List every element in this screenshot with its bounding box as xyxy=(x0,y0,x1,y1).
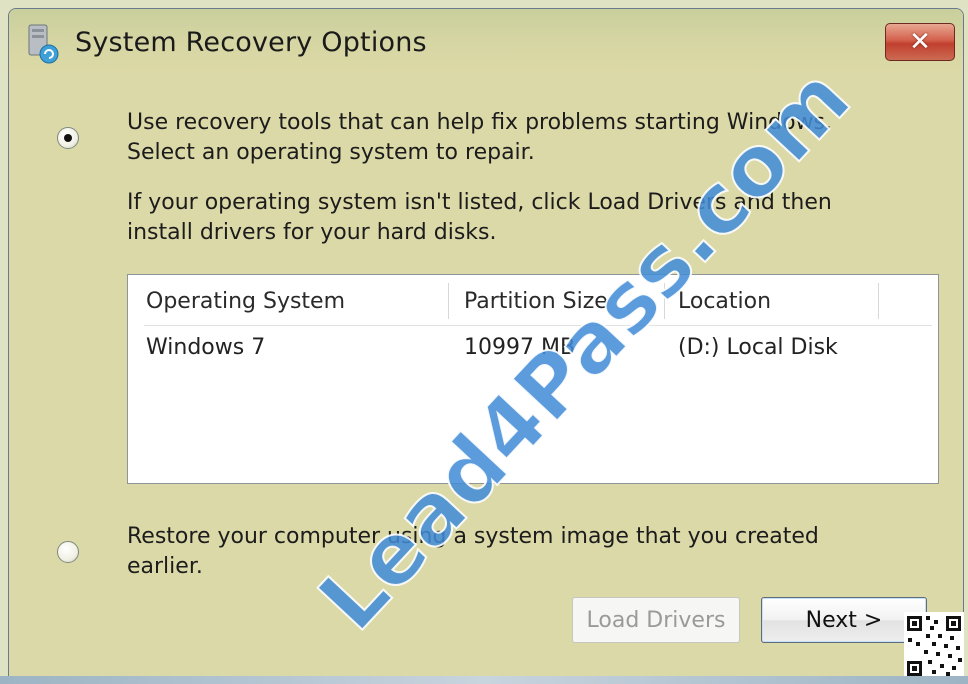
restore-option-line-1: Restore your computer using a system ima… xyxy=(127,524,819,549)
location-cell: (D:) Local Disk xyxy=(678,335,838,360)
restore-system-image-radio[interactable] xyxy=(57,541,79,563)
recovery-tools-option-line-1: Use recovery tools that can help fix pro… xyxy=(127,110,833,135)
column-header-partition-size[interactable]: Partition Size xyxy=(464,289,608,314)
system-recovery-icon xyxy=(28,24,59,64)
use-recovery-tools-radio[interactable] xyxy=(57,127,79,149)
next-button[interactable]: Next > xyxy=(761,597,927,643)
load-drivers-button[interactable]: Load Drivers xyxy=(572,597,740,643)
partition-size-cell: 10997 MB xyxy=(464,335,576,360)
column-divider[interactable] xyxy=(448,283,449,319)
restore-option-line-2: earlier. xyxy=(127,554,203,579)
window-title: System Recovery Options xyxy=(75,27,427,58)
header-separator xyxy=(144,325,932,326)
system-recovery-options-window: System Recovery Options ✕ Use recovery t… xyxy=(8,8,964,680)
column-divider[interactable] xyxy=(878,283,879,319)
close-icon: ✕ xyxy=(909,27,931,57)
qr-code-image xyxy=(904,612,964,680)
load-drivers-hint-line-2: install drivers for your hard disks. xyxy=(127,220,497,245)
title-bar[interactable]: System Recovery Options ✕ xyxy=(9,9,963,73)
taskbar-strip xyxy=(0,676,968,684)
load-drivers-hint-line-1: If your operating system isn't listed, c… xyxy=(127,190,832,215)
column-header-location[interactable]: Location xyxy=(678,289,771,314)
recovery-tools-option-line-2: Select an operating system to repair. xyxy=(127,140,535,165)
column-divider[interactable] xyxy=(664,283,665,319)
dialog-content: Use recovery tools that can help fix pro… xyxy=(9,73,963,679)
os-name-cell: Windows 7 xyxy=(146,335,266,360)
close-button[interactable]: ✕ xyxy=(885,23,955,61)
column-header-operating-system[interactable]: Operating System xyxy=(146,289,345,314)
operating-system-list[interactable]: Operating System Partition Size Location… xyxy=(127,274,939,484)
